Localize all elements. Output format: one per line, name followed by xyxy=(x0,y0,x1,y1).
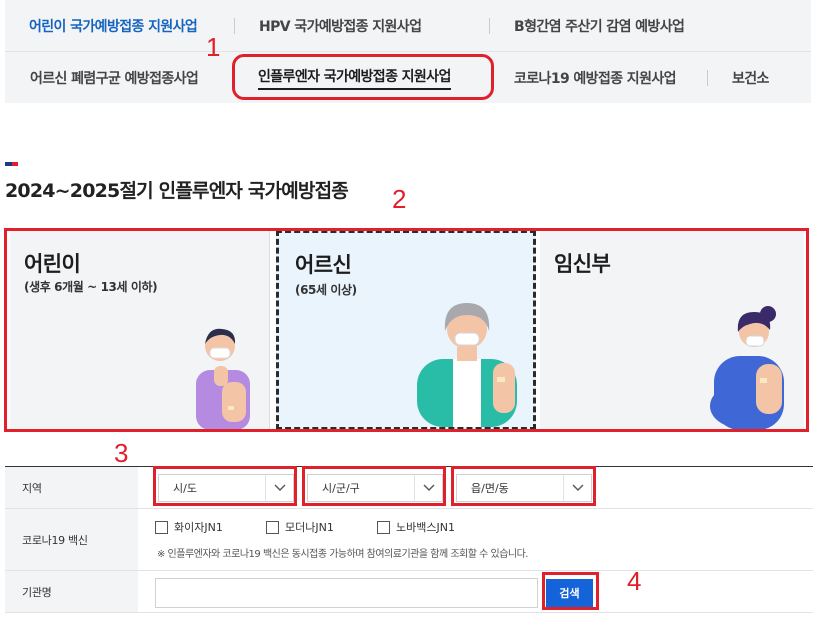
nav-tab-label: 어르신 폐렴구균 예방접종사업 xyxy=(30,70,199,87)
annotation-box-3c xyxy=(451,466,596,506)
nav-tab-label: 보건소 xyxy=(732,70,769,87)
nav-tab-label: 어린이 국가예방접종 지원사업 xyxy=(29,18,198,35)
annotation-box-3b xyxy=(302,466,446,506)
nav-separator xyxy=(489,18,490,34)
covid-note: ※ 인플루엔자와 코로나19 백신은 동시접종 가능하며 참여의료기관을 함께 … xyxy=(157,549,528,560)
institution-label: 기관명 xyxy=(5,571,138,612)
checkbox-label: 노바백스JN1 xyxy=(396,521,455,534)
nav-tab-health-center[interactable]: 보건소 xyxy=(732,52,769,103)
annotation-number-3: 3 xyxy=(114,438,129,468)
annotation-number-4: 4 xyxy=(627,566,642,596)
institution-name-input[interactable] xyxy=(155,578,538,608)
checkbox-label: 모더나JN1 xyxy=(285,521,334,534)
nav-tab-label: B형간염 주산기 감염 예방사업 xyxy=(514,18,685,35)
nav-tab-pneumococcal[interactable]: 어르신 폐렴구균 예방접종사업 xyxy=(30,52,199,103)
nav-separator xyxy=(234,18,235,34)
covid-vaccine-label: 코로나19 백신 xyxy=(5,509,138,570)
checkbox-pfizer[interactable]: 화이자JN1 xyxy=(155,519,223,535)
nav-tab-covid19[interactable]: 코로나19 예방접종 지원사업 xyxy=(514,52,677,103)
annotation-number-2: 2 xyxy=(392,184,407,214)
checkbox-moderna[interactable]: 모더나JN1 xyxy=(266,519,334,535)
checkbox-label: 화이자JN1 xyxy=(174,521,223,534)
annotation-box-4 xyxy=(542,572,599,610)
checkbox-box[interactable] xyxy=(377,520,390,534)
nav-tab-hpv[interactable]: HPV 국가예방접종 지원사업 xyxy=(259,0,422,51)
covid-vaccine-row: 코로나19 백신 화이자JN1 모더나JN1 노바백스JN1 ※ 인플루엔자와 … xyxy=(5,509,813,571)
annotation-box-1 xyxy=(232,54,494,100)
region-label: 지역 xyxy=(5,467,138,508)
checkbox-novavax[interactable]: 노바백스JN1 xyxy=(377,519,455,535)
annotation-box-3a xyxy=(153,466,297,506)
annotation-number-1: 1 xyxy=(206,32,221,62)
nav-tab-label: 코로나19 예방접종 지원사업 xyxy=(514,70,677,87)
nav-tab-child-vaccination[interactable]: 어린이 국가예방접종 지원사업 xyxy=(29,0,198,51)
nav-separator xyxy=(707,70,708,86)
title-marker xyxy=(5,162,18,166)
institution-row: 기관명 검색 xyxy=(5,571,813,613)
nav-tab-label: HPV 국가예방접종 지원사업 xyxy=(259,18,422,35)
checkbox-box[interactable] xyxy=(155,520,168,534)
program-nav-row-1: 어린이 국가예방접종 지원사업 HPV 국가예방접종 지원사업 B형간염 주산기… xyxy=(5,0,811,52)
page-title: 2024~2025절기 인플루엔자 국가예방접종 xyxy=(5,180,349,202)
checkbox-box[interactable] xyxy=(266,520,279,534)
annotation-box-2 xyxy=(4,228,809,432)
nav-tab-hepatitis-b[interactable]: B형간염 주산기 감염 예방사업 xyxy=(514,0,685,51)
